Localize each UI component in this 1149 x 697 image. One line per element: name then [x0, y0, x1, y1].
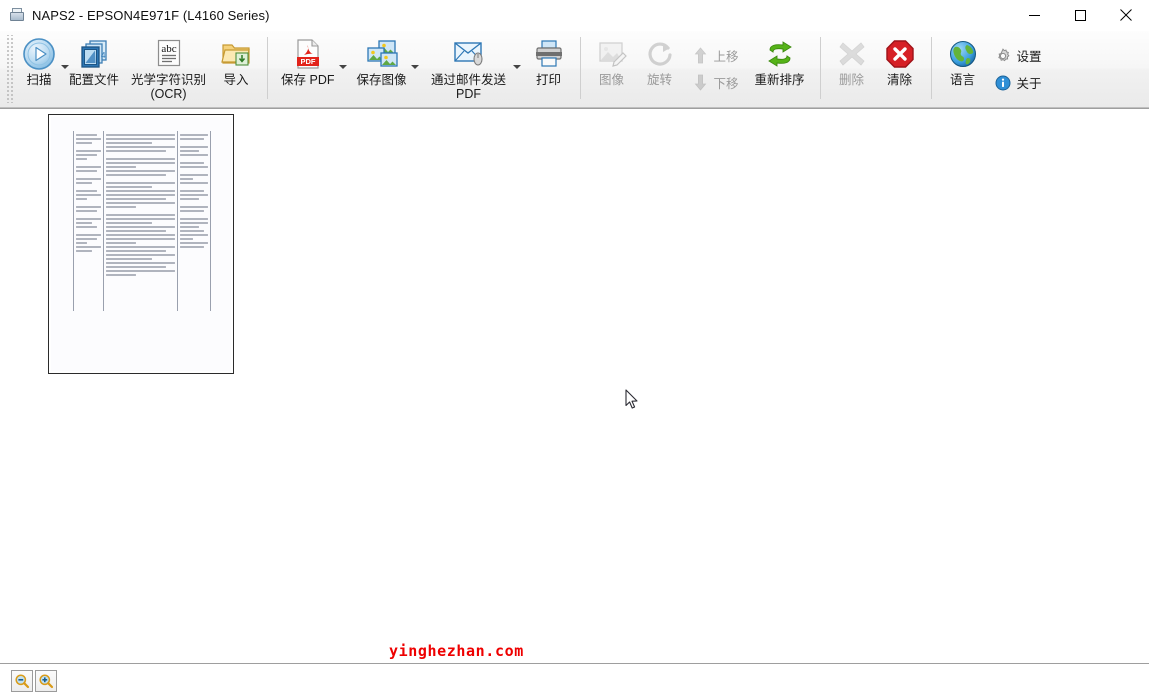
toolbar-label-ocr: 光学字符识别 (OCR)	[131, 73, 206, 101]
toolbar-settings-group: 设置 关于	[987, 31, 1050, 107]
svg-text:4: 4	[101, 51, 106, 60]
main-toolbar: 扫描 4 配置文件 abc 光学字符识别 (OCR)	[0, 31, 1149, 108]
toolbar-separator	[580, 37, 581, 99]
save-image-dropdown-caret[interactable]	[411, 65, 419, 69]
scanned-page-preview	[51, 117, 231, 371]
import-folder-icon	[218, 36, 254, 72]
email-icon	[451, 36, 487, 72]
reorder-arrows-icon	[762, 36, 798, 72]
toolbar-button-scan[interactable]: 扫描	[15, 31, 63, 107]
ocr-abc-icon: abc	[151, 36, 187, 72]
page-column-3	[178, 131, 210, 311]
window-controls	[1011, 0, 1149, 30]
minimize-icon[interactable]	[1011, 0, 1057, 30]
toolbar-label-reorder: 重新排序	[755, 73, 805, 87]
scan-play-icon	[21, 36, 57, 72]
toolbar-label-move-up: 上移	[714, 46, 739, 65]
image-edit-icon	[594, 36, 630, 72]
toolbar-separator	[267, 37, 268, 99]
window-title: NAPS2 - EPSON4E971F (L4160 Series)	[32, 8, 270, 23]
toolbar-button-save-pdf[interactable]: PDF 保存 PDF	[275, 31, 340, 107]
toolbar-label-language: 语言	[950, 73, 975, 87]
arrow-down-icon	[692, 74, 709, 91]
images-icon	[364, 36, 400, 72]
toolbar-label-image: 图像	[599, 73, 624, 87]
toolbar-button-import[interactable]: 导入	[212, 31, 260, 107]
toolbar-grip[interactable]	[5, 35, 13, 103]
toolbar-label-settings: 设置	[1017, 46, 1042, 65]
zoom-in-icon[interactable]	[35, 670, 57, 692]
toolbar-button-save-image[interactable]: 保存图像	[351, 31, 413, 107]
toolbar-button-language[interactable]: 语言	[939, 31, 987, 107]
page-column-1	[74, 131, 104, 311]
printer-icon	[531, 36, 567, 72]
toolbar-label-save-pdf: 保存 PDF	[281, 73, 334, 87]
toolbar-label-save-image: 保存图像	[357, 73, 407, 87]
thumbnail-list-panel[interactable]: yinghezhan.com	[0, 108, 1149, 663]
toolbar-label-about: 关于	[1017, 73, 1042, 92]
toolbar-button-delete[interactable]: 删除	[828, 31, 876, 107]
toolbar-button-email-pdf[interactable]: 通过邮件发送 PDF	[423, 31, 515, 107]
email-pdf-dropdown-caret[interactable]	[513, 65, 521, 69]
toolbar-label-profiles: 配置文件	[69, 73, 119, 87]
globe-icon	[945, 36, 981, 72]
title-bar: NAPS2 - EPSON4E971F (L4160 Series)	[0, 0, 1149, 31]
toolbar-separator	[820, 37, 821, 99]
arrow-up-icon	[692, 47, 709, 64]
scanner-icon	[9, 7, 25, 23]
toolbar-move-group: 上移 下移	[684, 31, 747, 107]
toolbar-label-scan: 扫描	[26, 73, 51, 87]
profiles-icon: 4	[76, 36, 112, 72]
toolbar-label-rotate: 旋转	[647, 73, 672, 87]
maximize-icon[interactable]	[1057, 0, 1103, 30]
toolbar-button-reorder[interactable]: 重新排序	[747, 31, 813, 107]
toolbar-label-move-down: 下移	[714, 73, 739, 92]
page-text-columns	[73, 131, 211, 311]
svg-text:abc: abc	[161, 43, 176, 55]
status-bar	[0, 663, 1149, 697]
toolbar-label-clear: 清除	[887, 73, 912, 87]
toolbar-button-image[interactable]: 图像	[588, 31, 636, 107]
clear-octagon-icon	[882, 36, 918, 72]
zoom-out-icon[interactable]	[11, 670, 33, 692]
toolbar-button-ocr[interactable]: abc 光学字符识别 (OCR)	[125, 31, 212, 107]
svg-text:PDF: PDF	[300, 57, 315, 66]
rotate-icon	[642, 36, 678, 72]
toolbar-label-delete: 删除	[839, 73, 864, 87]
close-icon[interactable]	[1103, 0, 1149, 30]
toolbar-button-move-up[interactable]: 上移	[688, 44, 743, 67]
toolbar-button-clear[interactable]: 清除	[876, 31, 924, 107]
toolbar-button-rotate[interactable]: 旋转	[636, 31, 684, 107]
delete-x-icon	[834, 36, 870, 72]
site-watermark: yinghezhan.com	[389, 642, 524, 660]
toolbar-button-print[interactable]: 打印	[525, 31, 573, 107]
toolbar-label-import: 导入	[224, 73, 249, 87]
info-icon	[995, 74, 1012, 91]
gear-icon	[995, 47, 1012, 64]
toolbar-separator	[931, 37, 932, 99]
page-column-2	[104, 131, 179, 311]
toolbar-button-settings[interactable]: 设置	[991, 44, 1046, 67]
save-pdf-dropdown-caret[interactable]	[339, 65, 347, 69]
toolbar-label-print: 打印	[536, 73, 561, 87]
toolbar-button-about[interactable]: 关于	[991, 71, 1046, 94]
mouse-pointer-icon	[625, 389, 639, 410]
pdf-file-icon: PDF	[290, 36, 326, 72]
thumbnail-item-1[interactable]	[48, 114, 234, 374]
toolbar-label-email-pdf: 通过邮件发送 PDF	[431, 73, 506, 101]
toolbar-button-profiles[interactable]: 4 配置文件	[63, 31, 125, 107]
toolbar-button-move-down[interactable]: 下移	[688, 71, 743, 94]
